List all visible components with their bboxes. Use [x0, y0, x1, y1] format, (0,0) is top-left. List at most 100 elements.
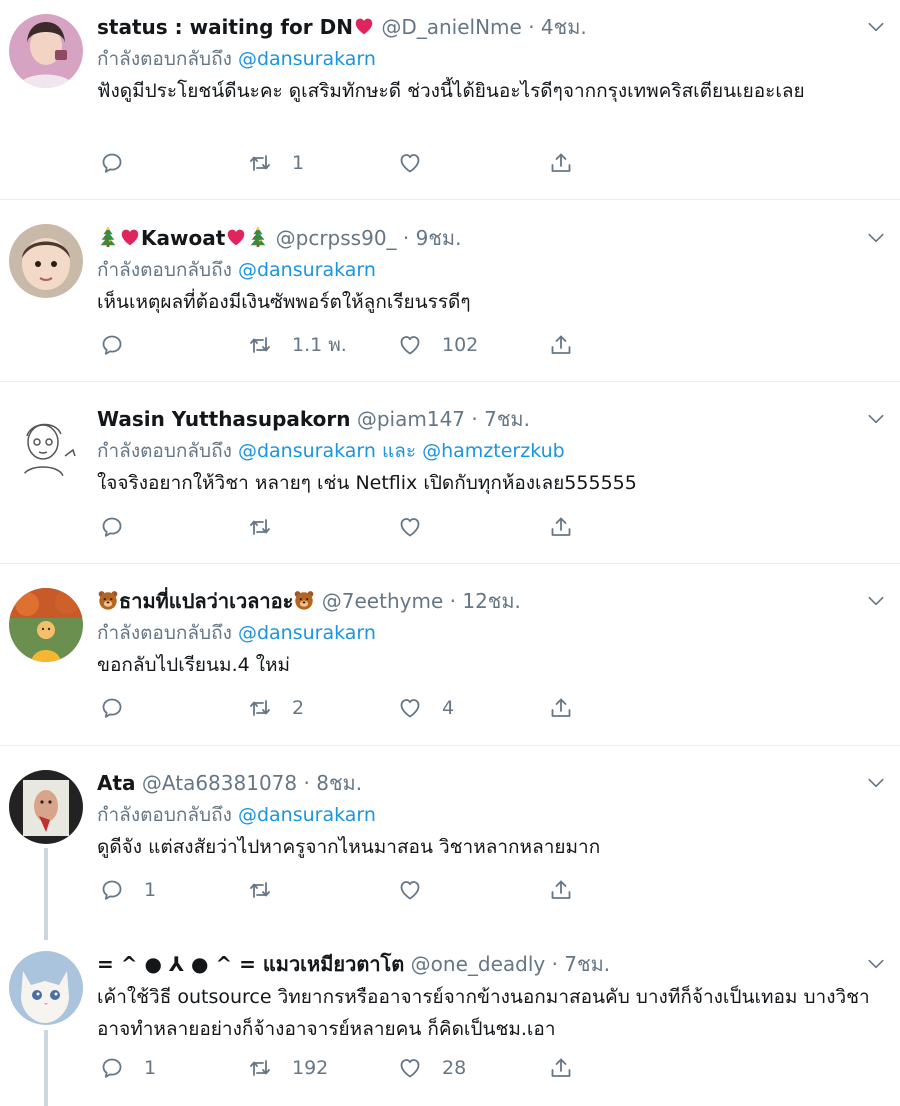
share-action[interactable]: [549, 513, 573, 541]
retweet-action[interactable]: 2: [248, 694, 304, 722]
like-icon: [398, 1056, 422, 1080]
display-name[interactable]: Wasin Yutthasupakorn: [97, 407, 351, 431]
share-icon: [549, 515, 573, 539]
share-action[interactable]: [549, 694, 573, 722]
retweet-icon: [248, 333, 272, 357]
display-name[interactable]: Ata: [97, 771, 136, 795]
reply-action[interactable]: [100, 694, 144, 722]
reply-action[interactable]: [100, 149, 144, 177]
reply-icon: [100, 151, 124, 175]
display-name[interactable]: status : waiting for DN: [97, 15, 353, 39]
divider: [0, 381, 900, 382]
tweet-text: ขอกลับไปเรียนม.4 ใหม่: [97, 654, 291, 676]
user-handle[interactable]: @7eethyme: [322, 589, 443, 613]
avatar[interactable]: [9, 588, 83, 662]
like-action[interactable]: [398, 876, 442, 904]
share-action[interactable]: [549, 1054, 573, 1082]
user-handle[interactable]: @Ata68381078: [142, 771, 297, 795]
avatar[interactable]: [9, 951, 83, 1025]
retweet-count: 2: [292, 697, 305, 719]
tweet-header: Kawoat @pcrpss90_ · 9ชม.: [97, 225, 461, 251]
user-handle[interactable]: @one_deadly: [411, 952, 546, 976]
mention-link[interactable]: @dansurakarn และ @hamzterzkub: [238, 440, 565, 462]
like-action[interactable]: [398, 513, 442, 541]
reply-action[interactable]: [100, 331, 144, 359]
like-action[interactable]: [398, 149, 442, 177]
retweet-icon: [248, 878, 272, 902]
retweet-action[interactable]: 192: [248, 1054, 328, 1082]
like-action[interactable]: 102: [398, 331, 478, 359]
display-name[interactable]: Kawoat: [141, 226, 225, 250]
timestamp[interactable]: · 8ชม.: [304, 771, 363, 795]
timestamp[interactable]: · 7ชม.: [552, 952, 611, 976]
avatar[interactable]: [9, 770, 83, 844]
timestamp[interactable]: · 9ชม.: [403, 226, 462, 250]
like-action[interactable]: 28: [398, 1054, 466, 1082]
like-count: 102: [442, 334, 479, 356]
tweet-text: ฟังดูมีประโยชน์ดีนะคะ ดูเสริมทักษะดี ช่ว…: [97, 80, 805, 102]
like-count: 4: [442, 697, 455, 719]
timestamp[interactable]: · 4ชม.: [528, 15, 587, 39]
replying-to-label: กำลังตอบกลับถึง: [97, 440, 232, 462]
share-icon: [549, 696, 573, 720]
share-action[interactable]: [549, 876, 573, 904]
retweet-action[interactable]: 1: [248, 149, 304, 177]
replying-to: กำลังตอบกลับถึง @dansurakarn: [97, 257, 376, 283]
reply-action[interactable]: 1: [100, 876, 156, 904]
heart-emoji: [225, 226, 247, 248]
replying-to: กำลังตอบกลับถึง @dansurakarn: [97, 46, 376, 72]
timestamp[interactable]: · 12ชม.: [450, 589, 521, 613]
retweet-icon: [248, 151, 272, 175]
user-handle[interactable]: @D_anielNme: [381, 15, 522, 39]
reply-icon: [100, 878, 124, 902]
chevron-down-icon[interactable]: [866, 228, 886, 248]
avatar[interactable]: [9, 224, 83, 298]
tweet-text: เค้าใช้วิธี outsource วิทยากรหรืออาจารย์…: [97, 986, 870, 1040]
chevron-down-icon[interactable]: [866, 773, 886, 793]
tweet-header: = ^ ● ⅄ ● ^ = แมวเหมียวตาโต @one_deadly …: [97, 951, 610, 977]
timestamp[interactable]: · 7ชม.: [471, 407, 530, 431]
reply-action[interactable]: 1: [100, 1054, 156, 1082]
display-name[interactable]: ธามที่แปลว่าเวลาอะ: [119, 589, 293, 613]
heart-emoji: [119, 226, 141, 248]
tweet-header: ธามที่แปลว่าเวลาอะ @7eethyme · 12ชม.: [97, 588, 521, 614]
tweet-text: เห็นเหตุผลที่ต้องมีเงินซัพพอร์ตให้ลูกเรี…: [97, 291, 471, 313]
mention-link[interactable]: @dansurakarn: [238, 48, 376, 70]
mention-link[interactable]: @dansurakarn: [238, 259, 376, 281]
reply-action[interactable]: [100, 513, 144, 541]
mention-link[interactable]: @dansurakarn: [238, 804, 376, 826]
reply-icon: [100, 1056, 124, 1080]
thread-line: [44, 848, 48, 940]
replying-to: กำลังตอบกลับถึง @dansurakarn: [97, 620, 376, 646]
mention-link[interactable]: @dansurakarn: [238, 622, 376, 644]
retweet-action[interactable]: 1.1 พ.: [248, 331, 347, 359]
retweet-action[interactable]: [248, 513, 292, 541]
share-icon: [549, 151, 573, 175]
like-icon: [398, 515, 422, 539]
retweet-count: 1.1 พ.: [292, 334, 347, 356]
retweet-action[interactable]: [248, 876, 292, 904]
share-icon: [549, 333, 573, 357]
display-name[interactable]: = ^ ● ⅄ ● ^ = แมวเหมียวตาโต: [97, 952, 404, 976]
share-action[interactable]: [549, 331, 573, 359]
reply-count: 1: [144, 1057, 157, 1079]
retweet-count: 1: [292, 152, 305, 174]
like-action[interactable]: 4: [398, 694, 454, 722]
avatar[interactable]: [9, 14, 83, 88]
chevron-down-icon[interactable]: [866, 409, 886, 429]
share-action[interactable]: [549, 149, 573, 177]
reply-icon: [100, 333, 124, 357]
replying-to-label: กำลังตอบกลับถึง: [97, 804, 232, 826]
share-icon: [549, 1056, 573, 1080]
divider: [0, 199, 900, 200]
chevron-down-icon[interactable]: [866, 17, 886, 37]
chevron-down-icon[interactable]: [866, 954, 886, 974]
chevron-down-icon[interactable]: [866, 591, 886, 611]
thread-line: [44, 1030, 48, 1106]
user-handle[interactable]: @pcrpss90_: [276, 226, 397, 250]
like-count: 28: [442, 1057, 467, 1079]
retweet-count: 192: [292, 1057, 329, 1079]
reply-icon: [100, 696, 124, 720]
avatar[interactable]: [9, 406, 83, 480]
user-handle[interactable]: @piam147: [357, 407, 465, 431]
